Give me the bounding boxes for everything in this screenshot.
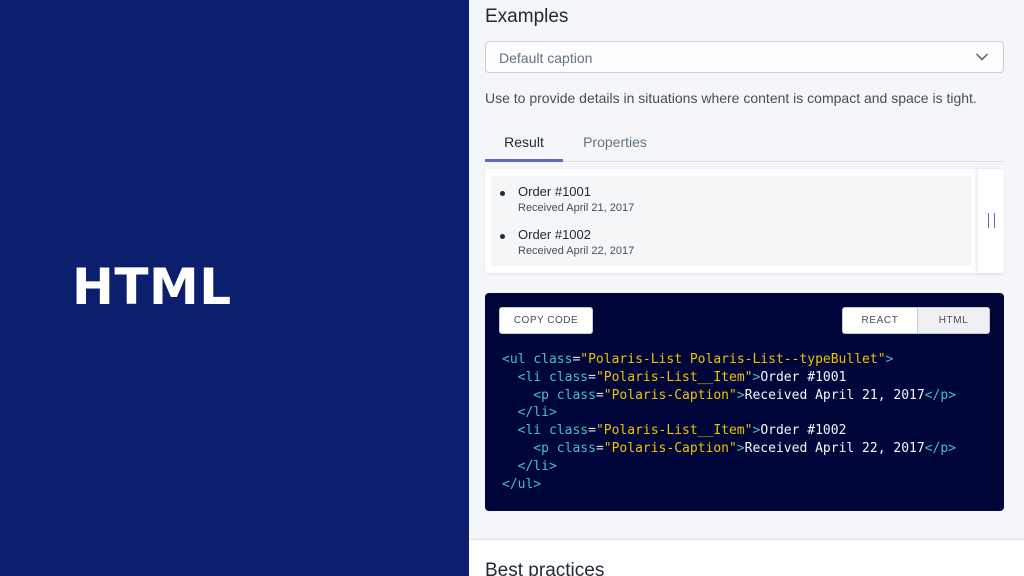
code-attr: class — [533, 352, 573, 367]
tab-properties[interactable]: Properties — [575, 124, 655, 162]
list-item: Order #1001 Received April 21, 2017 — [499, 183, 634, 216]
example-description: Use to provide details in situations whe… — [485, 90, 977, 106]
list-item-caption: Received April 22, 2017 — [518, 245, 635, 257]
example-select[interactable]: Default caption — [485, 41, 1004, 73]
code-text: Order #1001 — [760, 369, 847, 385]
list-item-title: Order #1001 — [518, 184, 591, 199]
bullet-icon — [500, 234, 505, 239]
code-attr: class — [548, 423, 589, 439]
best-practices-heading: Best practices — [485, 560, 605, 576]
code-text: Order #1002 — [760, 423, 847, 439]
code-string: "Polaris-Caption" — [603, 440, 737, 456]
bullet-icon — [500, 191, 505, 196]
code-tag: </p> — [924, 387, 956, 403]
language-toggle: REACT HTML — [842, 307, 990, 334]
code-tag: </p> — [924, 440, 956, 456]
bullet-list: Order #1001 Received April 21, 2017 Orde… — [499, 183, 634, 269]
result-frame: Order #1001 Received April 21, 2017 Orde… — [491, 176, 971, 266]
html-toggle-button[interactable]: HTML — [917, 308, 989, 333]
best-practices-section: Best practices — [469, 539, 1024, 576]
list-item-caption: Received April 21, 2017 — [518, 202, 635, 214]
left-panel: HTML — [0, 0, 469, 576]
code-text: Received April 22, 2017 — [744, 440, 925, 456]
example-select-value: Default caption — [499, 50, 593, 66]
list-item-title: Order #1002 — [518, 227, 591, 242]
code-tag: > — [736, 387, 745, 403]
code-attr: class — [556, 440, 596, 456]
code-tag: > — [885, 352, 894, 367]
code-tag: </li> — [502, 458, 557, 474]
code-string: "Polaris-List__Item" — [595, 423, 753, 439]
code-tag: </ul> — [502, 476, 542, 492]
code-text: Received April 21, 2017 — [744, 387, 925, 403]
right-panel: Examples Default caption Use to provide … — [469, 0, 1024, 576]
chevron-down-icon — [976, 53, 988, 61]
code-block: <ul class="Polaris-List Polaris-List--ty… — [502, 352, 956, 492]
code-attr: class — [556, 387, 596, 403]
examples-heading: Examples — [485, 6, 569, 27]
code-string: "Polaris-List__Item" — [595, 369, 753, 385]
code-tag: <ul — [502, 352, 534, 367]
tab-bar: Result Properties — [485, 124, 1004, 162]
result-preview: Order #1001 Received April 21, 2017 Orde… — [485, 169, 1004, 273]
resize-handle[interactable] — [978, 169, 1004, 273]
section-title: HTML — [72, 258, 232, 316]
code-string: "Polaris-Caption" — [603, 387, 737, 403]
code-tag: <li — [502, 369, 549, 385]
code-tag: <li — [502, 423, 549, 439]
drag-handle-icon — [988, 213, 995, 228]
code-panel: COPY CODE REACT HTML <ul class="Polaris-… — [485, 293, 1004, 511]
code-tag: <p — [502, 440, 557, 456]
react-toggle-button[interactable]: REACT — [843, 308, 917, 333]
list-item: Order #1002 Received April 22, 2017 — [499, 226, 634, 259]
copy-code-button[interactable]: COPY CODE — [499, 307, 593, 334]
code-tag: > — [736, 440, 745, 456]
code-string: "Polaris-List Polaris-List--typeBullet" — [580, 352, 886, 367]
code-attr: class — [548, 369, 589, 385]
code-tag: </li> — [502, 405, 557, 421]
tab-result[interactable]: Result — [485, 124, 563, 162]
code-tag: <p — [502, 387, 557, 403]
